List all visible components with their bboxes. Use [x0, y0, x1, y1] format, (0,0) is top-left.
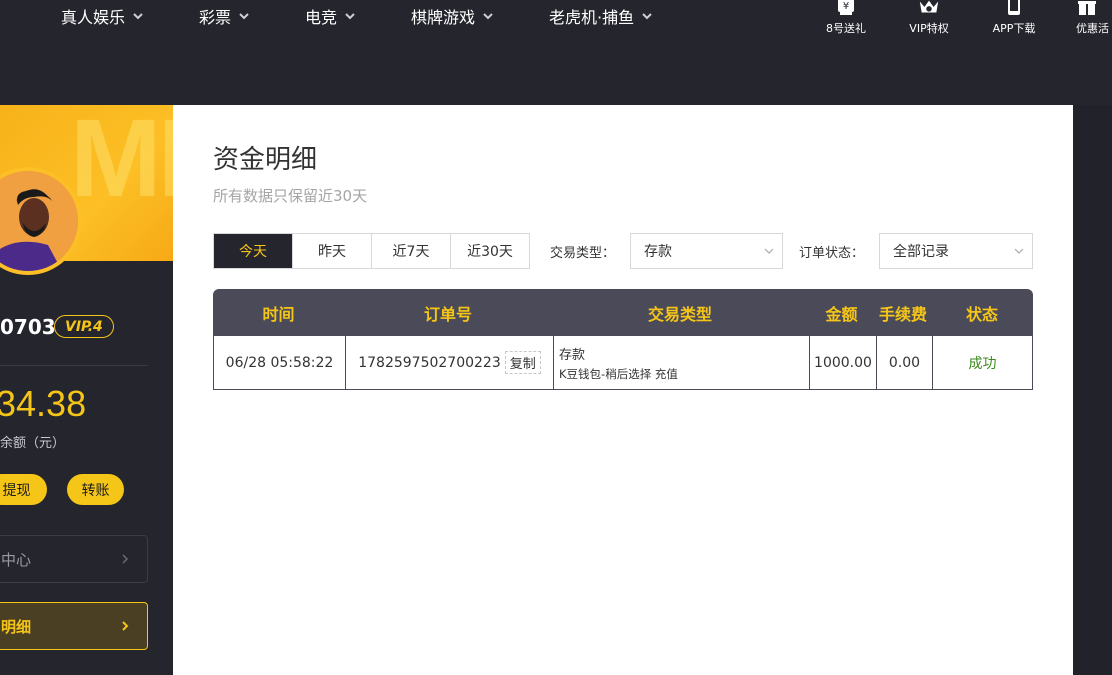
nav-item-label: 棋牌游戏: [411, 8, 476, 27]
type-select[interactable]: 存款: [630, 233, 783, 269]
sidebar-divider: [0, 365, 148, 366]
nav-item-live-casino[interactable]: 真人娱乐: [61, 4, 143, 28]
nav-item-label: 真人娱乐: [61, 8, 126, 27]
top-link-vip[interactable]: VIP特权: [906, 0, 952, 42]
top-link-label: APP下载: [992, 22, 1036, 35]
cell-time: 06/28 05:58:22: [225, 354, 334, 371]
chevron-down-icon: [764, 248, 774, 254]
type-detail: K豆钱包-稍后选择 充值: [559, 366, 678, 381]
vip-badge: VIP.4: [54, 315, 114, 338]
user-sidebar: MF 0703 VIP.4 34.38 余额（元） 提现 转账 中心 明细: [0, 105, 173, 675]
nav-item-label: 彩票: [199, 8, 232, 27]
nav-item-card-games[interactable]: 棋牌游戏: [411, 4, 493, 28]
sidebar-item-center[interactable]: 中心: [0, 535, 148, 583]
status-filter-label: 订单状态：: [799, 246, 865, 261]
top-link-label: 8号送礼: [826, 22, 866, 35]
main-panel: 资金明细 所有数据只保留近30天 今天 昨天 近7天 近30天 交易类型： 存款…: [173, 105, 1073, 675]
nav-item-lottery[interactable]: 彩票: [199, 4, 249, 28]
col-header-type: 交易类型: [647, 304, 712, 324]
type-select-value: 存款: [644, 244, 672, 260]
avatar-figure-icon: [0, 171, 78, 271]
tab-7-days[interactable]: 近7天: [371, 234, 450, 268]
gift-icon: [1076, 0, 1098, 16]
top-link-promo[interactable]: 优惠活: [1076, 0, 1112, 42]
table-header: 时间 订单号 交易类型 金额 手续费 状态: [213, 289, 1033, 336]
chevron-right-icon: [122, 554, 129, 564]
top-link-label: 优惠活: [1076, 22, 1109, 35]
status-select-value: 全部记录: [893, 244, 949, 260]
balance-amount: 34.38: [0, 383, 87, 424]
chevron-down-icon: [133, 13, 143, 20]
page-title: 资金明细: [213, 145, 318, 175]
svg-text:¥: ¥: [843, 1, 849, 12]
col-header-time: 时间: [262, 304, 295, 324]
cell-fee: 0.00: [876, 336, 932, 389]
status-select[interactable]: 全部记录: [879, 233, 1033, 269]
nav-item-label: 电竞: [305, 8, 338, 27]
chevron-down-icon: [1014, 248, 1024, 254]
banner-watermark: MF: [70, 105, 173, 220]
chevron-down-icon: [483, 13, 493, 20]
col-header-amount: 金额: [825, 304, 858, 324]
top-link-app[interactable]: APP下载: [990, 0, 1038, 42]
tab-yesterday[interactable]: 昨天: [292, 234, 371, 268]
cell-type: 存款 K豆钱包-稍后选择 充值: [553, 336, 809, 389]
sidebar-item-details[interactable]: 明细: [0, 602, 148, 650]
nav-item-slots-fishing[interactable]: 老虎机·捕鱼: [549, 4, 652, 28]
cell-order: 1782597502700223 复制: [345, 336, 553, 389]
top-nav: 真人娱乐 彩票 电竞 棋牌游戏 老虎机·捕鱼 ¥ 8号送礼 VIP特权 APP下…: [0, 0, 1112, 105]
col-header-order: 订单号: [423, 304, 472, 324]
transactions-table: 时间 订单号 交易类型 金额 手续费 状态 06/28 05:58:22 178…: [213, 289, 1033, 390]
withdraw-button[interactable]: 提现: [0, 474, 47, 505]
table-row: 06/28 05:58:22 1782597502700223 复制 存款 K豆…: [213, 336, 1033, 390]
chevron-right-icon: [122, 621, 129, 631]
phone-icon: [1003, 0, 1025, 16]
chevron-down-icon: [239, 13, 249, 20]
balance-label: 余额（元）: [0, 436, 66, 451]
tab-30-days[interactable]: 近30天: [450, 234, 529, 268]
order-number: 1782597502700223: [358, 354, 501, 371]
crown-icon: [918, 0, 940, 16]
nav-item-esports[interactable]: 电竞: [305, 4, 355, 28]
tab-today[interactable]: 今天: [214, 234, 292, 268]
yen-gift-icon: ¥: [835, 0, 857, 16]
sidebar-item-label: 明细: [1, 617, 32, 636]
col-header-fee: 手续费: [878, 304, 927, 324]
username: 0703: [0, 315, 56, 339]
sidebar-item-label: 中心: [1, 550, 32, 569]
cell-amount: 1000.00: [809, 336, 876, 389]
date-range-tabs: 今天 昨天 近7天 近30天: [213, 233, 530, 269]
top-link-label: VIP特权: [909, 22, 949, 35]
chevron-down-icon: [345, 13, 355, 20]
nav-item-label: 老虎机·捕鱼: [549, 8, 635, 27]
cell-status: 成功: [932, 336, 1032, 389]
type-filter-label: 交易类型：: [550, 246, 616, 261]
page-subtitle: 所有数据只保留近30天: [213, 187, 368, 205]
type-main: 存款: [559, 347, 586, 363]
col-header-status: 状态: [965, 304, 998, 324]
transfer-button[interactable]: 转账: [67, 474, 124, 505]
chevron-down-icon: [642, 13, 652, 20]
top-link-gift[interactable]: ¥ 8号送礼: [824, 0, 868, 42]
copy-button[interactable]: 复制: [504, 351, 541, 374]
